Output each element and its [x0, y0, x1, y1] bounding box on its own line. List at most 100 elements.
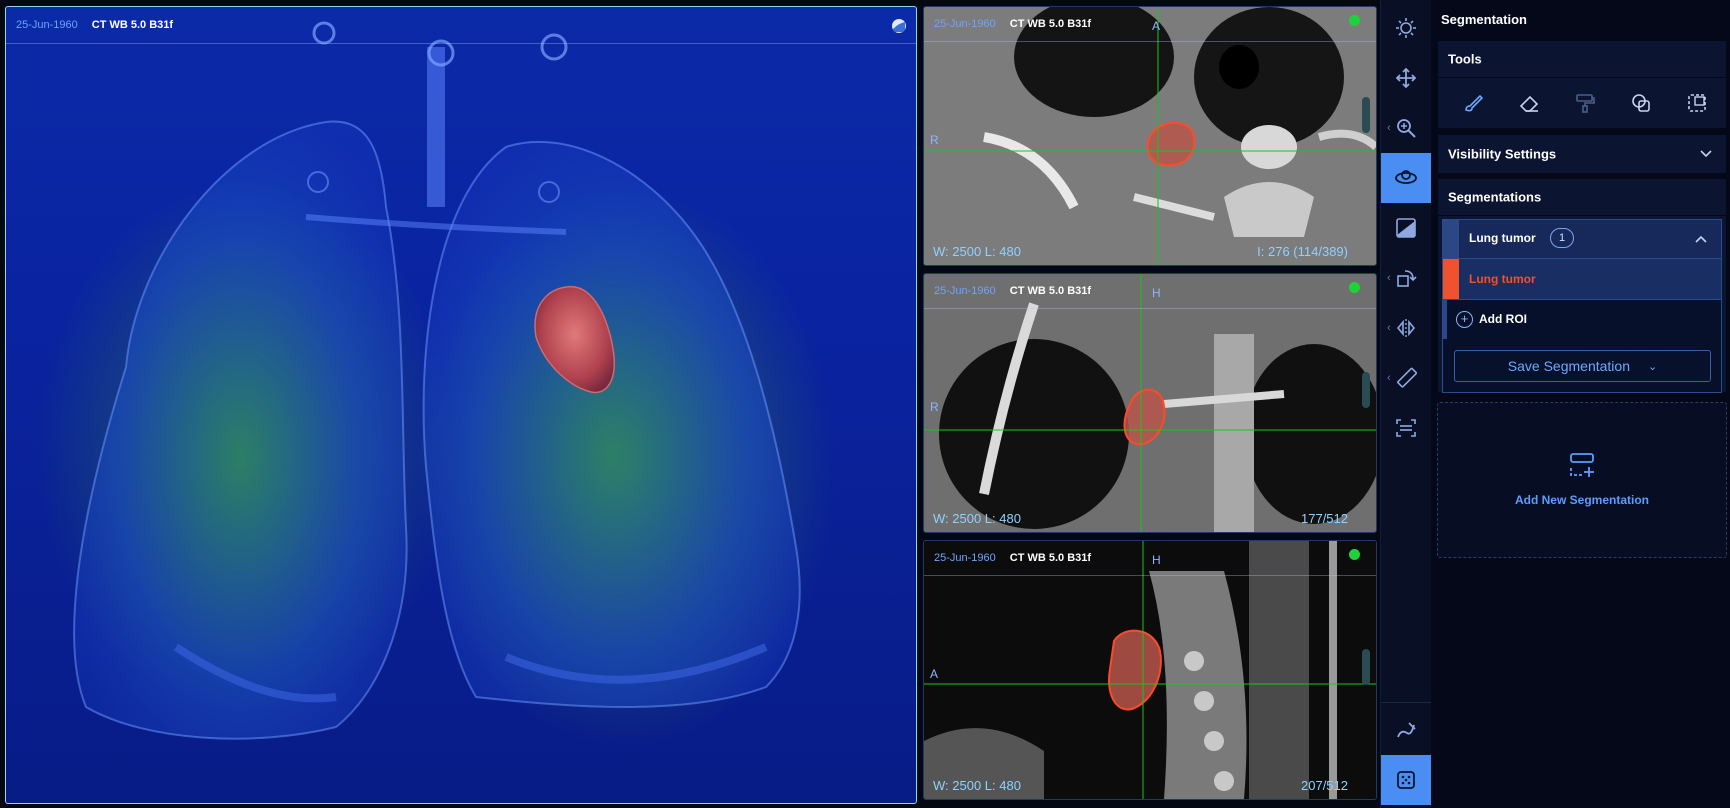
chevron-left-icon: ‹ — [1387, 372, 1391, 384]
measure-tool[interactable]: ‹ — [1381, 353, 1431, 403]
add-new-segmentation-label: Add New Segmentation — [1514, 493, 1649, 507]
toolbar-divider — [1381, 702, 1431, 703]
viewport-header: 25-Jun-1960 CT WB 5.0 B31f — [924, 274, 1376, 309]
annotate-tool[interactable] — [1381, 705, 1431, 755]
series-description: CT WB 5.0 B31f — [1009, 552, 1092, 564]
paint-fill-icon — [1576, 94, 1595, 113]
brush-icon — [1465, 94, 1484, 112]
series-description: CT WB 5.0 B31f — [1009, 285, 1092, 297]
viewport-header: 25-Jun-1960 CT WB 5.0 B31f — [6, 7, 916, 44]
slice-scrollbar[interactable] — [1362, 372, 1370, 408]
segment-label: Lung tumor — [1469, 272, 1536, 286]
segmentation-header[interactable]: Lung tumor 1 — [1443, 220, 1721, 258]
slice-index: 207/512 — [1301, 778, 1348, 793]
pan-tool[interactable] — [1381, 53, 1431, 103]
save-segmentation-label: Save Segmentation — [1507, 358, 1630, 374]
eraser-tool[interactable] — [1515, 89, 1543, 117]
tool-toolbar: ‹ ‹ ‹ ‹ — [1380, 0, 1432, 808]
segmentation-handle — [1443, 220, 1459, 258]
orientation-left: A — [930, 667, 939, 681]
threshold-tool[interactable] — [1683, 89, 1711, 117]
crosshair-tool[interactable] — [1381, 403, 1431, 453]
chevron-down-icon — [1700, 150, 1712, 158]
zoom-tool[interactable]: ‹ — [1381, 103, 1431, 153]
sagittal-ct-image — [924, 541, 1376, 799]
sync-status-indicator — [1349, 282, 1360, 293]
3d-rotate-tool[interactable] — [1381, 153, 1431, 203]
viewport-header: 25-Jun-1960 CT WB 5.0 B31f — [924, 541, 1376, 576]
crosshair-icon — [1396, 419, 1416, 437]
panel-title: Segmentation — [1441, 12, 1527, 27]
chevron-down-icon: ⌄ — [1647, 360, 1658, 373]
add-new-segmentation-button[interactable]: Add New Segmentation — [1437, 402, 1727, 558]
paint-fill-tool[interactable] — [1571, 89, 1599, 117]
viewport-axial[interactable]: 25-Jun-1960 CT WB 5.0 B31f A R W: 2500 L… — [923, 6, 1377, 266]
orientation-left: R — [930, 400, 939, 414]
flip-tool[interactable]: ‹ — [1381, 303, 1431, 353]
viewport-3d[interactable]: 25-Jun-1960 CT WB 5.0 B31f — [5, 6, 917, 804]
add-roi-handle — [1443, 299, 1447, 339]
shapes-tool[interactable] — [1627, 89, 1655, 117]
segmentation-panel: Segmentation Tools Visibility Settings S… — [1431, 0, 1730, 808]
segmentation-icon — [1397, 771, 1415, 789]
slice-index: I: 276 (114/389) — [1257, 244, 1348, 259]
study-date: 25-Jun-1960 — [934, 552, 996, 564]
segment-count-badge: 1 — [1550, 228, 1574, 248]
orientation-cube-icon[interactable] — [892, 19, 906, 33]
add-roi-label: Add ROI — [1479, 312, 1527, 326]
measure-ruler-icon — [1397, 367, 1417, 388]
viewport-sagittal[interactable]: 25-Jun-1960 CT WB 5.0 B31f H A W: 2500 L… — [923, 540, 1377, 800]
window-level: W: 2500 L: 480 — [933, 511, 1021, 526]
segmentation-tool[interactable] — [1381, 755, 1431, 805]
rotate-tool[interactable]: ‹ — [1381, 253, 1431, 303]
brush-tool[interactable] — [1459, 89, 1487, 117]
visibility-settings-header[interactable]: Visibility Settings — [1438, 135, 1726, 173]
series-description: CT WB 5.0 B31f — [1009, 18, 1092, 30]
sync-status-indicator — [1349, 549, 1360, 560]
segmentation-name: Lung tumor — [1469, 231, 1536, 245]
volume-render — [73, 21, 801, 740]
coronal-ct-image — [924, 274, 1376, 532]
segment-row[interactable]: Lung tumor — [1443, 258, 1721, 300]
chevron-left-icon: ‹ — [1387, 122, 1391, 134]
orientation-left: R — [930, 133, 939, 147]
add-roi-button[interactable]: + Add ROI — [1443, 299, 1721, 339]
viewport-coronal[interactable]: 25-Jun-1960 CT WB 5.0 B31f H R W: 2500 L… — [923, 273, 1377, 533]
3d-rotate-icon — [1395, 170, 1417, 184]
tools-section-header: Tools — [1438, 41, 1726, 77]
shapes-icon — [1632, 94, 1650, 112]
study-date: 25-Jun-1960 — [934, 18, 996, 30]
segmentations-header: Segmentations — [1438, 179, 1726, 215]
plus-circle-icon: + — [1456, 311, 1473, 328]
segment-color-swatch[interactable] — [1443, 259, 1459, 299]
orientation-top: A — [1152, 19, 1161, 33]
window-level-tool[interactable] — [1381, 203, 1431, 253]
series-description: CT WB 5.0 B31f — [91, 19, 174, 31]
annotate-icon — [1397, 722, 1416, 738]
viewport-header: 25-Jun-1960 CT WB 5.0 B31f — [924, 7, 1376, 42]
orientation-top: H — [1152, 553, 1161, 567]
window-level: W: 2500 L: 480 — [933, 244, 1021, 259]
window-level-icon — [1396, 218, 1416, 238]
brightness-icon — [1396, 18, 1416, 38]
brightness-tool[interactable] — [1381, 3, 1431, 53]
slice-index: 177/512 — [1301, 511, 1348, 526]
slice-scrollbar[interactable] — [1362, 649, 1370, 685]
chevron-left-icon: ‹ — [1387, 272, 1391, 284]
study-date: 25-Jun-1960 — [16, 19, 78, 31]
orientation-top: H — [1152, 286, 1161, 300]
chevron-up-icon[interactable] — [1695, 235, 1707, 243]
window-level: W: 2500 L: 480 — [933, 778, 1021, 793]
threshold-icon — [1688, 94, 1706, 112]
tools-title: Tools — [1448, 51, 1482, 67]
rotate-icon — [1397, 270, 1417, 287]
segmentations-title: Segmentations — [1448, 189, 1542, 205]
chevron-left-icon: ‹ — [1387, 322, 1391, 334]
slice-scrollbar[interactable] — [1362, 97, 1370, 133]
sync-status-indicator — [1349, 15, 1360, 26]
add-segmentation-icon — [1570, 453, 1594, 477]
save-segmentation-button[interactable]: Save Segmentation ⌄ — [1454, 350, 1711, 382]
eraser-icon — [1519, 95, 1539, 112]
zoom-icon — [1397, 119, 1416, 138]
flip-icon — [1396, 319, 1416, 337]
